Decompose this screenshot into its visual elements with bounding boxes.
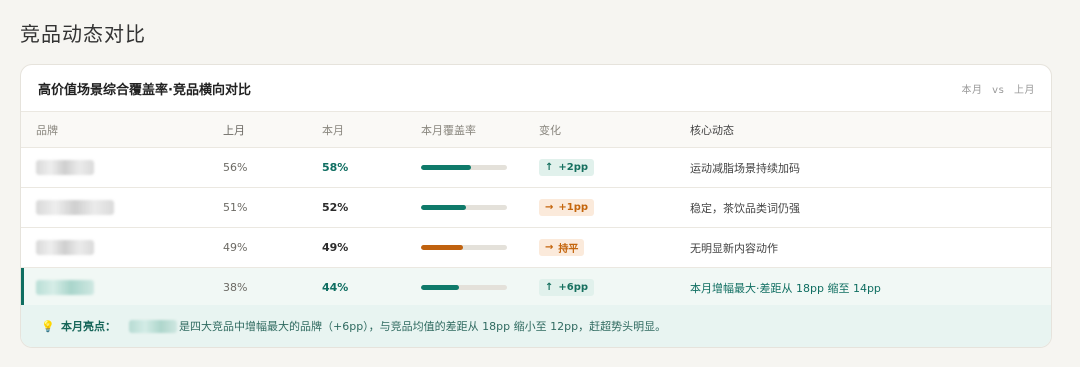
coverage-bar [421,148,507,187]
coverage-bar-fill [421,165,471,170]
brand-cell [36,148,94,187]
blurred-brand-name [36,160,94,175]
header-current-month: 本月 [322,123,344,137]
table-header: 品牌 上月 本月 本月覆盖率 变化 核心动态 [21,112,1051,148]
card-title: 高价值场景综合覆盖率·竞品横向对比 [38,82,251,98]
note-text: 运动减脂场景持续加码 [690,161,800,175]
coverage-bar [421,268,507,307]
change-badge: ↑ +2pp [539,159,595,176]
card-header: 高价值场景综合覆盖率·竞品横向对比 本月 vs 上月 [21,65,1051,112]
note-text: 无明显新内容动作 [690,241,778,255]
last-month-value: 56% [223,161,248,174]
table-body: 56% 58% ↑ +2pp 运动减脂场景持续加码 51% 52% → +1pp 稳… [21,148,1051,308]
brand-cell [36,188,114,227]
header-brand: 品牌 [36,123,58,137]
table-row: 38% 44% ↑ +6pp 本月增幅最大·差距从 18pp 缩至 14pp [21,268,1051,308]
change-badge: → +1pp [539,199,595,216]
blurred-brand-name [36,240,94,255]
coverage-bar-fill [421,205,466,210]
last-month-value: 49% [223,241,248,254]
brand-cell [36,228,94,267]
change-arrow-icon: → [545,242,554,253]
current-month-value: 58% [322,161,349,174]
period-compare-label: 本月 vs 上月 [961,81,1035,96]
header-note: 核心动态 [690,123,734,137]
coverage-bar [421,228,507,267]
change-value: +1pp [558,202,589,213]
lightbulb-icon: 💡 [41,319,55,333]
change-value: +6pp [558,282,589,293]
coverage-bar-fill [421,245,464,250]
competitor-comparison-card: 高价值场景综合覆盖率·竞品横向对比 本月 vs 上月 品牌 上月 本月 本月覆盖… [20,64,1052,348]
change-arrow-icon: ↑ [545,282,554,293]
page-title: 竞品动态对比 [20,22,146,46]
highlight-footer: 💡 本月亮点： 是四大竞品中增幅最大的品牌（+6pp），与竞品均值的差距从 18… [21,305,1051,347]
change-badge: ↑ +6pp [539,279,595,296]
change-arrow-icon: → [545,202,554,213]
table-row: 49% 49% → 持平 无明显新内容动作 [21,228,1051,268]
change-arrow-icon: ↑ [545,162,554,173]
note-text: 稳定，茶饮品类词仍强 [690,201,800,215]
blurred-brand-name [129,319,177,333]
coverage-bar-fill [421,285,459,290]
header-coverage: 本月覆盖率 [421,123,476,137]
table-row: 51% 52% → +1pp 稳定，茶饮品类词仍强 [21,188,1051,228]
table-row: 56% 58% ↑ +2pp 运动减脂场景持续加码 [21,148,1051,188]
compare-vs: vs [992,84,1005,96]
change-badge: → 持平 [539,239,585,256]
current-month-value: 52% [322,201,349,214]
brand-cell [36,268,94,307]
blurred-brand-name [36,280,94,295]
current-month-value: 49% [322,241,349,254]
last-month-value: 51% [223,201,248,214]
change-value: 持平 [558,244,579,255]
current-month-value: 44% [322,281,349,294]
header-change: 变化 [539,123,561,137]
last-month-value: 38% [223,281,248,294]
coverage-bar [421,188,507,227]
compare-last: 上月 [1014,84,1035,96]
header-last-month: 上月 [223,123,245,137]
blurred-brand-name [36,200,114,215]
highlight-text: 是四大竞品中增幅最大的品牌（+6pp），与竞品均值的差距从 18pp 缩小至 1… [179,320,667,333]
compare-current: 本月 [961,84,983,96]
change-value: +2pp [558,162,589,173]
note-text: 本月增幅最大·差距从 18pp 缩至 14pp [690,281,881,295]
highlight-label: 本月亮点： [61,320,116,333]
